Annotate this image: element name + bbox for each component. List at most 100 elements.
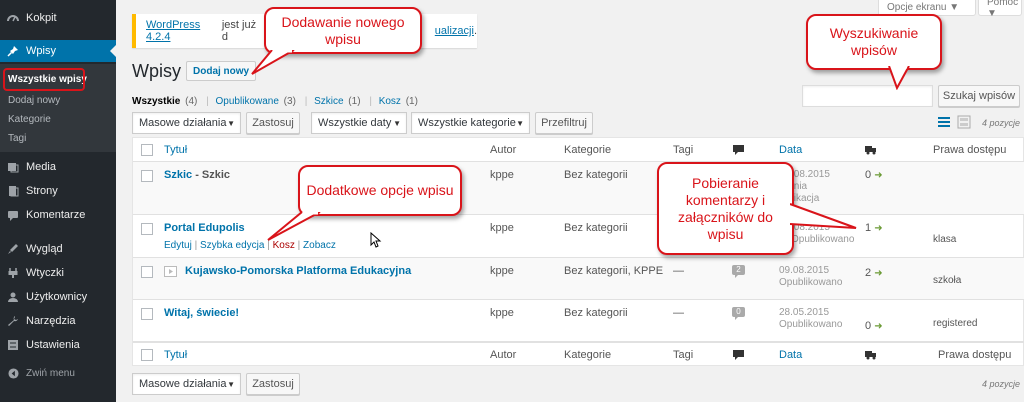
post-title-link[interactable]: Portal Edupolis bbox=[164, 222, 245, 234]
filter-published[interactable]: Opublikowane bbox=[216, 96, 279, 107]
post-title-link[interactable]: Witaj, świecie! bbox=[164, 307, 239, 319]
menu-item-wtyczki[interactable]: Wtyczki bbox=[0, 262, 116, 284]
post-access: registered bbox=[933, 318, 978, 329]
users-icon bbox=[6, 290, 20, 304]
table-footer: Tytuł Autor Kategorie Tagi Data Prawa do… bbox=[133, 342, 1024, 366]
downloads-count[interactable]: 2 ➜ bbox=[865, 267, 883, 279]
column-title[interactable]: Tytuł bbox=[164, 144, 187, 156]
filter-button[interactable]: Przefiltruj bbox=[535, 112, 593, 134]
bulk-actions-value: Masowe działania bbox=[139, 378, 227, 390]
column-tags: Tagi bbox=[673, 144, 694, 156]
submenu-categories[interactable]: Kategorie bbox=[0, 110, 116, 129]
table-header: Tytuł Autor Kategorie Tagi Data Prawa do… bbox=[133, 138, 1024, 162]
column-categories: Kategorie bbox=[564, 144, 612, 156]
row-checkbox[interactable] bbox=[141, 266, 153, 278]
column-date[interactable]: Data bbox=[779, 144, 802, 156]
dates-select[interactable]: Wszystkie daty ▼ bbox=[311, 112, 407, 134]
quick-edit-link[interactable]: Szybka edycja bbox=[200, 240, 264, 251]
column-tags: Tagi bbox=[673, 349, 694, 361]
admin-sidebar: Kokpit Wpisy Wszystkie wpisy Dodaj nowy … bbox=[0, 0, 116, 402]
collapse-menu-button[interactable]: Zwiń menu bbox=[0, 362, 116, 384]
callout-tail bbox=[790, 203, 857, 229]
notice-text: jest już d bbox=[221, 19, 257, 43]
settings-icon bbox=[6, 338, 20, 352]
post-date-line: .08.2015 bbox=[791, 169, 830, 180]
post-title-link[interactable]: Kujawsko-Pomorska Platforma Edukacyjna bbox=[185, 265, 411, 277]
menu-item-label: Media bbox=[26, 161, 56, 173]
collapse-icon bbox=[6, 366, 20, 380]
column-title[interactable]: Tytuł bbox=[164, 349, 187, 361]
post-tags: — bbox=[673, 265, 684, 277]
filter-separator: | bbox=[206, 96, 209, 107]
menu-item-uzytkownicy[interactable]: Użytkownicy bbox=[0, 286, 116, 308]
bulk-actions-select-bottom[interactable]: Masowe działania ▼ bbox=[132, 373, 241, 395]
post-categories[interactable]: Bez kategorii bbox=[564, 222, 628, 234]
categories-select[interactable]: Wszystkie kategorie ▼ bbox=[411, 112, 530, 134]
search-posts-button[interactable]: Szukaj wpisów bbox=[938, 85, 1020, 107]
excerpt-view-icon[interactable] bbox=[957, 115, 971, 132]
select-all-checkbox[interactable] bbox=[141, 349, 153, 361]
filter-all-count: (4) bbox=[182, 96, 198, 107]
filter-all[interactable]: Wszystkie bbox=[132, 96, 180, 107]
posts-table: Tytuł Autor Kategorie Tagi Data Prawa do… bbox=[132, 137, 1024, 366]
downloads-value: 1 bbox=[865, 222, 872, 234]
filter-drafts[interactable]: Szkice bbox=[314, 96, 343, 107]
callout-search: Wyszukiwanie wpisów bbox=[806, 14, 942, 70]
help-tab[interactable]: Pomoc ▼ bbox=[978, 0, 1022, 19]
downloads-count[interactable]: 0 ➜ bbox=[865, 169, 883, 181]
chevron-down-icon: ▼ bbox=[227, 380, 235, 389]
bulk-actions-select[interactable]: Masowe działania ▼ bbox=[132, 112, 241, 134]
comments-column-icon[interactable] bbox=[733, 350, 744, 363]
dashboard-icon bbox=[6, 11, 20, 25]
callout-tail bbox=[251, 50, 295, 75]
filter-trash[interactable]: Kosz bbox=[379, 96, 401, 107]
post-categories[interactable]: Bez kategorii bbox=[564, 307, 628, 319]
menu-item-label: Narzędzia bbox=[26, 315, 76, 327]
highlight-box bbox=[3, 68, 85, 91]
callout-tail bbox=[888, 66, 910, 90]
notice-version-link[interactable]: WordPress 4.2.4 bbox=[146, 19, 222, 43]
post-title-link[interactable]: Szkic bbox=[164, 169, 192, 181]
menu-item-narzedzia[interactable]: Narzędzia bbox=[0, 310, 116, 332]
row-checkbox[interactable] bbox=[141, 170, 153, 182]
apply-button-bottom[interactable]: Zastosuj bbox=[246, 373, 300, 395]
post-date-line: Opublikowano bbox=[779, 319, 843, 330]
post-author[interactable]: kppe bbox=[490, 169, 514, 181]
notice-update-link[interactable]: ualizacji bbox=[435, 25, 474, 37]
comment-count-bubble[interactable]: 2 bbox=[732, 265, 745, 278]
comment-count-bubble[interactable]: 0 bbox=[732, 307, 745, 320]
row-checkbox[interactable] bbox=[141, 308, 153, 320]
post-author[interactable]: kppe bbox=[490, 307, 514, 319]
menu-item-komentarze[interactable]: Komentarze bbox=[0, 204, 116, 226]
post-date: 28.05.2015 Opublikowano bbox=[779, 307, 842, 331]
callout-add-new: Dodawanie nowego wpisu bbox=[264, 7, 422, 54]
post-categories[interactable]: Bez kategorii, KPPE bbox=[564, 265, 663, 277]
table-row: Szkic - Szkic kppe Bez kategorii .08.201… bbox=[133, 162, 1024, 215]
apply-button[interactable]: Zastosuj bbox=[246, 112, 300, 134]
post-date-line: 28.05.2015 bbox=[779, 307, 830, 318]
appearance-icon bbox=[6, 242, 20, 256]
row-checkbox[interactable] bbox=[141, 223, 153, 235]
post-author[interactable]: kppe bbox=[490, 222, 514, 234]
post-author[interactable]: kppe bbox=[490, 265, 514, 277]
menu-item-media[interactable]: Media bbox=[0, 156, 116, 178]
column-author: Autor bbox=[490, 144, 517, 156]
submenu-tags[interactable]: Tagi bbox=[0, 129, 116, 148]
list-view-icon[interactable] bbox=[937, 115, 951, 132]
add-new-button[interactable]: Dodaj nowy bbox=[186, 61, 257, 81]
download-arrow-icon: ➜ bbox=[874, 268, 883, 279]
menu-item-ustawienia[interactable]: Ustawienia bbox=[0, 334, 116, 356]
action-separator: | bbox=[194, 240, 198, 251]
submenu-add-new[interactable]: Dodaj nowy bbox=[0, 91, 116, 110]
menu-item-wpisy[interactable]: Wpisy bbox=[0, 40, 116, 62]
column-date[interactable]: Data bbox=[779, 349, 802, 361]
downloads-count[interactable]: 0 ➜ bbox=[865, 320, 883, 332]
menu-item-strony[interactable]: Strony bbox=[0, 180, 116, 202]
select-all-checkbox[interactable] bbox=[141, 144, 153, 156]
edit-link[interactable]: Edytuj bbox=[164, 240, 192, 251]
menu-item-kokpit[interactable]: Kokpit bbox=[0, 7, 116, 29]
downloads-count[interactable]: 1 ➜ bbox=[865, 222, 883, 234]
post-categories[interactable]: Bez kategorii bbox=[564, 169, 628, 181]
comments-column-icon[interactable] bbox=[733, 145, 744, 158]
menu-item-wyglad[interactable]: Wygląd bbox=[0, 238, 116, 260]
